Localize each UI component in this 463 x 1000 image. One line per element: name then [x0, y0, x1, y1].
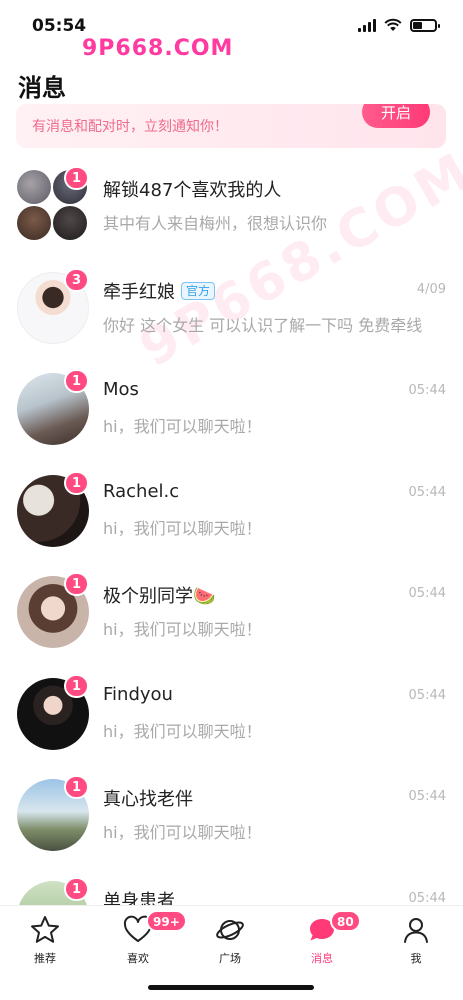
unread-badge: 1 — [64, 470, 90, 495]
conversation-time: 05:44 — [408, 687, 446, 703]
tab-likes[interactable]: 99+ 喜欢 — [108, 910, 187, 966]
planet-icon — [216, 920, 244, 940]
home-indicator — [148, 985, 314, 990]
tab-recommend[interactable]: 推荐 — [15, 914, 75, 966]
conversation-time: 05:44 — [408, 789, 446, 804]
enable-notifications-button[interactable]: 开启 — [362, 104, 430, 128]
conversation-name-text: 牵手红娘 — [103, 281, 175, 303]
unread-badge: 1 — [64, 572, 90, 596]
cellular-signal-icon — [358, 18, 376, 32]
conversation-time: 05:44 — [408, 484, 446, 500]
list-item[interactable]: 1 真心找老伴 05:44 hi，我们可以聊天啦！ — [0, 761, 463, 863]
conversation-preview: hi，我们可以聊天啦！ — [103, 518, 262, 538]
conversation-preview: hi，我们可以聊天啦！ — [103, 620, 262, 639]
conversation-preview: hi，我们可以聊天啦！ — [103, 721, 262, 741]
battery-level — [413, 21, 423, 29]
page-title: 消息 — [18, 74, 66, 102]
conversation-name: 解锁487个喜欢我的人 — [103, 180, 282, 201]
tab-badge: 99+ — [146, 910, 187, 932]
status-time: 05:54 — [32, 16, 87, 36]
unread-badge: 1 — [64, 876, 90, 901]
official-tag: 官方 — [181, 281, 216, 300]
message-list: 1 解锁487个喜欢我的人 其中有人来自梅州，很想认识你 3 牵手红娘 官方 4/… — [0, 152, 463, 964]
conversation-preview: hi，我们可以聊天啦！ — [103, 417, 262, 436]
conversation-preview: 其中有人来自梅州，很想认识你 — [103, 214, 328, 233]
conversation-time: 05:44 — [408, 586, 446, 601]
conversation-time: 4/09 — [416, 281, 446, 297]
unread-badge: 1 — [64, 673, 90, 698]
conversation-name: Findyou — [103, 683, 173, 705]
avatar — [17, 206, 51, 240]
status-icons — [358, 18, 440, 32]
tab-label: 消息 — [311, 952, 333, 965]
unread-badge: 1 — [64, 166, 90, 190]
battery-icon — [410, 18, 440, 32]
tab-plaza[interactable]: 广场 — [200, 914, 260, 966]
conversation-preview: hi，我们可以聊天啦！ — [103, 823, 262, 842]
tab-label: 喜欢 — [127, 952, 149, 965]
conversation-preview: 你好 这个女生 可以认识了解一下吗 免费牵线 — [103, 315, 423, 335]
tab-label: 我 — [410, 952, 422, 965]
star-icon — [31, 916, 59, 943]
conversation-name: Rachel.c — [103, 480, 180, 502]
conversation-name: Mos — [103, 379, 139, 400]
tab-messages[interactable]: 80 消息 — [292, 910, 361, 966]
tab-badge: 80 — [330, 910, 361, 932]
conversation-name: 极个别同学🍉 — [103, 586, 216, 607]
list-item[interactable]: 3 牵手红娘 官方 4/09 你好 这个女生 可以认识了解一下吗 免费牵线 — [0, 254, 463, 356]
list-item[interactable]: 1 Mos 05:44 hi，我们可以聊天啦！ — [0, 355, 463, 457]
list-item[interactable]: 1 Rachel.c 05:44 hi，我们可以聊天啦！ — [0, 457, 463, 559]
tab-label: 广场 — [219, 952, 241, 965]
tab-label: 推荐 — [34, 952, 56, 965]
tab-me[interactable]: 我 — [386, 914, 446, 966]
conversation-name: 真心找老伴 — [103, 789, 193, 810]
list-item[interactable]: 1 Findyou 05:44 hi，我们可以聊天啦！ — [0, 660, 463, 762]
person-icon — [404, 918, 428, 943]
notification-banner: 有消息和配对时，立刻通知你！ 开启 — [16, 104, 446, 148]
avatar — [53, 206, 87, 240]
unread-badge: 1 — [64, 775, 90, 799]
list-item[interactable]: 1 解锁487个喜欢我的人 其中有人来自梅州，很想认识你 — [0, 152, 463, 254]
conversation-name: 牵手红娘 官方 — [103, 278, 216, 304]
unread-badge: 3 — [64, 267, 90, 292]
wifi-icon — [384, 18, 402, 31]
list-item[interactable]: 1 极个别同学🍉 05:44 hi，我们可以聊天啦！ — [0, 558, 463, 660]
watermark-text: 9P668.COM — [82, 36, 234, 61]
avatar — [17, 170, 51, 204]
unread-badge: 1 — [64, 369, 90, 393]
conversation-time: 05:44 — [408, 383, 446, 398]
conversation-time: 05:44 — [408, 890, 446, 906]
notification-banner-text: 有消息和配对时，立刻通知你！ — [32, 119, 228, 135]
